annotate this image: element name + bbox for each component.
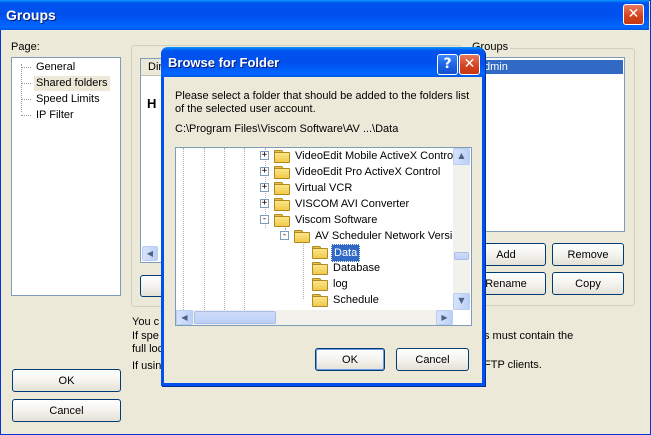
expand-toggle[interactable]: +: [260, 183, 269, 192]
folder-label: Viscom Software: [295, 214, 378, 226]
folder-label: VideoEdit Mobile ActiveX Control: [295, 150, 456, 162]
groups-list-item[interactable]: dmin: [470, 60, 623, 74]
list-heading: H: [147, 96, 157, 111]
page-item-label: IP Filter: [36, 109, 74, 121]
folder-label: Database: [333, 262, 381, 274]
remove-group-button[interactable]: Remove: [552, 243, 624, 266]
scroll-up-icon[interactable]: ▲: [453, 148, 470, 165]
folder-icon: [274, 214, 290, 227]
hscroll-thumb[interactable]: [194, 311, 276, 324]
dialog-ok-button[interactable]: OK: [315, 348, 385, 371]
info-line-1: You c: [132, 316, 160, 328]
folder-label: log: [333, 278, 348, 290]
collapse-toggle[interactable]: -: [260, 215, 269, 224]
folder-icon: [274, 198, 290, 211]
info-right-2: FTP clients.: [484, 359, 542, 371]
folder-icon: [312, 262, 328, 275]
dialog-description: Please select a folder that should be ad…: [175, 90, 470, 115]
page-item-label: General: [36, 61, 76, 73]
dialog-selected-path: C:\Program Files\Viscom Software\AV ...\…: [175, 123, 399, 135]
info-line-3: full loc: [132, 343, 164, 355]
copy-group-button[interactable]: Copy: [552, 272, 624, 295]
help-icon: ?: [443, 56, 452, 72]
folder-label: Schedule: [333, 294, 379, 306]
page-tree[interactable]: General Shared folders Speed Limits IP F…: [11, 57, 121, 296]
ok-button[interactable]: OK: [12, 369, 121, 392]
dialog-cancel-button[interactable]: Cancel: [396, 348, 469, 371]
collapse-toggle[interactable]: -: [280, 231, 289, 240]
info-line-4: If usin: [132, 360, 162, 372]
window-close-button[interactable]: ✕: [623, 4, 644, 25]
close-icon: ✕: [463, 56, 476, 72]
folder-icon: [312, 246, 328, 259]
cancel-button[interactable]: Cancel: [12, 399, 121, 422]
folder-label: VISCOM AVI Converter: [295, 198, 410, 210]
vscroll-thumb[interactable]: [454, 252, 469, 260]
scroll-left-icon[interactable]: ◀: [176, 310, 193, 325]
info-right-1: s must contain the: [484, 330, 574, 342]
expand-toggle[interactable]: +: [260, 167, 269, 176]
folder-icon: [312, 294, 328, 307]
folder-icon: [294, 230, 310, 243]
scroll-right-icon[interactable]: ▶: [436, 310, 453, 325]
dialog-close-button[interactable]: ✕: [459, 54, 480, 75]
dialog-title: Browse for Folder: [168, 55, 280, 70]
folder-label: Virtual VCR: [295, 182, 353, 194]
scroll-down-icon[interactable]: ▼: [453, 293, 470, 310]
folder-label: VideoEdit Pro ActiveX Control: [295, 166, 441, 178]
page-item-label: Shared folders: [34, 76, 110, 91]
page-item-shared-folders[interactable]: Shared folders: [12, 76, 112, 91]
groups-list[interactable]: dmin: [468, 57, 625, 232]
page-item-ip-filter[interactable]: IP Filter: [12, 108, 112, 123]
page-label: Page:: [11, 41, 40, 53]
folder-icon: [312, 278, 328, 291]
folder-tree[interactable]: + VideoEdit Mobile ActiveX Control + Vid…: [175, 147, 472, 326]
page-item-general[interactable]: General: [12, 60, 112, 75]
page-item-speed-limits[interactable]: Speed Limits: [12, 92, 112, 107]
folder-label: AV Scheduler Network Version: [315, 230, 465, 242]
expand-toggle[interactable]: +: [260, 199, 269, 208]
info-line-2: If spe: [132, 330, 159, 342]
folder-tree-vscroll[interactable]: ▲ ▼: [453, 148, 470, 310]
window-titlebar[interactable]: [0, 0, 649, 30]
folder-tree-hscroll[interactable]: ◀ ▶: [176, 310, 453, 325]
folder-icon: [274, 166, 290, 179]
window-title: Groups: [6, 7, 56, 23]
scroll-left-icon[interactable]: ◀: [142, 246, 158, 261]
folder-icon: [274, 182, 290, 195]
folder-icon: [274, 150, 290, 163]
page-item-label: Speed Limits: [36, 93, 100, 105]
dialog-help-button[interactable]: ?: [437, 54, 458, 75]
close-icon: ✕: [627, 6, 640, 22]
expand-toggle[interactable]: +: [260, 151, 269, 160]
